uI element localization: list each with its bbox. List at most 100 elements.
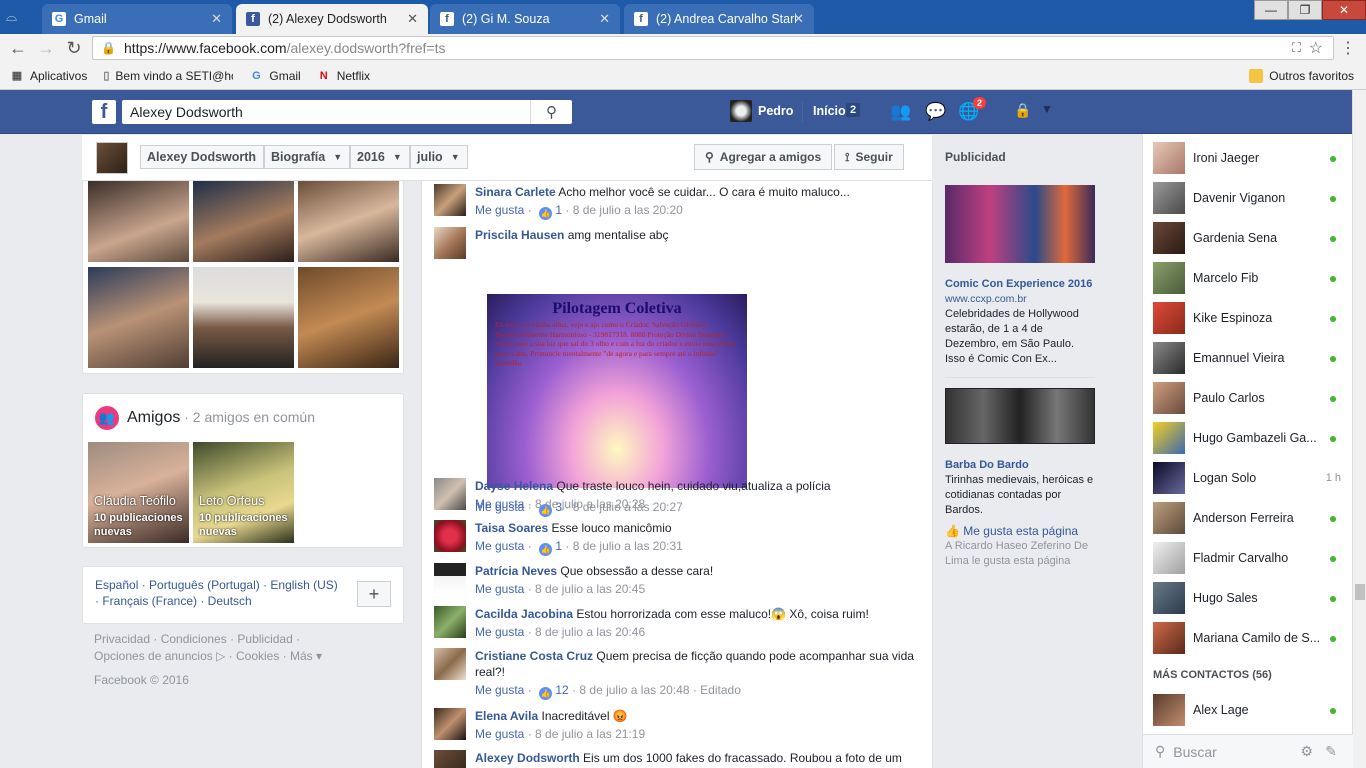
menu-icon[interactable]: ⋮ xyxy=(1340,38,1356,58)
more-languages-button[interactable]: + xyxy=(357,581,391,607)
chat-contact[interactable]: Alex Lage xyxy=(1143,690,1353,730)
chat-contact[interactable]: Emannuel Vieira xyxy=(1143,338,1353,378)
close-tab-icon[interactable]: ✕ xyxy=(599,11,610,27)
ad-url[interactable]: www.ccxp.com.br xyxy=(945,292,1095,307)
language-links[interactable]: Español · Português (Portugal) · English… xyxy=(95,577,391,593)
photo-thumbnail[interactable] xyxy=(298,267,399,368)
language-links[interactable]: · Français (France) · Deutsch xyxy=(95,593,391,609)
tab-alexey[interactable]: f (2) Alexey Dodsworth ✕ xyxy=(236,4,428,34)
like-count[interactable]: 1 xyxy=(555,539,562,553)
comment-author[interactable]: Dayse Helena xyxy=(475,479,553,493)
friends-title[interactable]: Amigos · 2 amigos en común xyxy=(127,409,315,427)
comment-author[interactable]: Cristiane Costa Cruz xyxy=(475,649,593,663)
comment-time[interactable]: 8 de julio a las 20:20 xyxy=(573,203,683,217)
comment-author[interactable]: Cacilda Jacobina xyxy=(475,607,573,621)
friend-tile[interactable]: Cláudia Teófilo 10 publicaciones nuevas xyxy=(88,442,189,543)
chat-contact[interactable]: Davenir Viganon xyxy=(1143,178,1353,218)
comment-time[interactable]: 8 de julio a las 20:48 xyxy=(579,683,689,697)
avatar[interactable] xyxy=(434,648,466,680)
address-bar[interactable]: 🔒 https://www.facebook.com/alexey.dodswo… xyxy=(92,36,1334,60)
reload-button[interactable]: ↻ xyxy=(60,38,88,59)
comment-author[interactable]: Elena Avila xyxy=(475,709,538,723)
star-icon[interactable]: ☆ xyxy=(1309,38,1323,58)
bookmark-netflix[interactable]: N Netflix xyxy=(317,69,370,83)
comment-time[interactable]: 8 de julio a las 21:19 xyxy=(535,727,645,741)
like-count[interactable]: 1 xyxy=(555,203,562,217)
search-input[interactable]: Alexey Dodsworth xyxy=(122,100,572,124)
like-link[interactable]: Me gusta xyxy=(475,203,524,217)
minimize-button[interactable]: — xyxy=(1254,0,1288,20)
chat-contact[interactable]: Anderson Ferreira xyxy=(1143,498,1353,538)
chat-contact[interactable]: Kike Espinoza xyxy=(1143,298,1353,338)
profile-link[interactable]: Pedro xyxy=(758,104,793,118)
close-window-button[interactable]: ✕ xyxy=(1322,0,1366,20)
comment-author[interactable]: Priscila Hausen xyxy=(475,228,564,242)
scrollbar-thumb[interactable] xyxy=(1355,584,1365,600)
comment-author[interactable]: Taisa Soares xyxy=(475,521,548,535)
footer-links[interactable]: Privacidad · Condiciones · Publicidad · xyxy=(94,631,394,648)
like-link[interactable]: Me gusta xyxy=(475,727,524,741)
comment-author[interactable]: Sinara Carlete xyxy=(475,185,556,199)
chat-contact[interactable]: Paulo Carlos xyxy=(1143,378,1353,418)
chat-contact[interactable]: Hugo Sales xyxy=(1143,578,1353,618)
like-page-link[interactable]: 👍 Me gusta esta página xyxy=(945,524,1095,539)
avatar[interactable] xyxy=(434,520,466,552)
like-link[interactable]: Me gusta xyxy=(475,497,524,511)
messages-icon[interactable]: 💬 xyxy=(925,102,947,122)
close-tab-icon[interactable]: ✕ xyxy=(793,11,804,27)
bookmark-apps[interactable]: ▦ Aplicativos xyxy=(10,69,88,83)
comment-author[interactable]: Alexey Dodsworth xyxy=(475,751,580,765)
chat-contact[interactable]: Fladmir Carvalho xyxy=(1143,538,1353,578)
footer-links[interactable]: Opciones de anuncios ▷ · Cookies · Más ▾ xyxy=(94,648,394,665)
chat-contact[interactable]: Ironi Jaeger xyxy=(1143,138,1353,178)
home-link[interactable]: Início xyxy=(813,104,846,118)
like-link[interactable]: Me gusta xyxy=(475,683,524,697)
close-tab-icon[interactable]: ✕ xyxy=(211,11,222,27)
search-icon[interactable]: ⚲ xyxy=(530,100,572,124)
close-tab-icon[interactable]: ✕ xyxy=(407,11,418,27)
chat-contact[interactable]: Gardenia Sena xyxy=(1143,218,1353,258)
comment-image-pilotagem[interactable]: Pilotagem Coletiva Eu entro na minha alm… xyxy=(487,294,747,488)
photo-thumbnail[interactable] xyxy=(193,181,294,262)
avatar[interactable] xyxy=(434,606,466,638)
ad-title[interactable]: Barba Do Bardo xyxy=(945,458,1095,473)
avatar[interactable] xyxy=(434,478,466,510)
chat-contact[interactable]: Mariana Camilo de S... xyxy=(1143,618,1353,658)
page-scrollbar[interactable] xyxy=(1352,90,1366,768)
avatar[interactable] xyxy=(434,750,466,768)
chat-contact[interactable]: Marcelo Fib xyxy=(1143,258,1353,298)
avatar[interactable] xyxy=(434,563,466,595)
translate-icon[interactable]: ⛶ xyxy=(1292,40,1301,56)
avatar[interactable] xyxy=(434,184,466,216)
comment-author[interactable]: Patrícia Neves xyxy=(475,564,557,578)
comment-time[interactable]: 8 de julio a las 20:45 xyxy=(535,582,645,596)
like-link[interactable]: Me gusta xyxy=(475,625,524,639)
photo-thumbnail[interactable] xyxy=(88,181,189,262)
month-select[interactable]: julio ▼ xyxy=(410,145,468,169)
profile-thumbnail[interactable] xyxy=(96,142,128,174)
photo-thumbnail[interactable] xyxy=(298,181,399,262)
photo-thumbnail[interactable] xyxy=(193,267,294,368)
bookmark-seti[interactable]: ▯ Bem vindo a SETI@hc xyxy=(103,69,233,83)
avatar[interactable] xyxy=(434,227,466,259)
compose-icon[interactable]: ✎ xyxy=(1325,743,1337,760)
follow-button[interactable]: ⟟ Seguir xyxy=(834,144,904,170)
ad-title[interactable]: Comic Con Experience 2016 xyxy=(945,277,1095,292)
profile-avatar[interactable] xyxy=(730,100,752,122)
maximize-button[interactable]: ❐ xyxy=(1288,0,1322,20)
back-button[interactable]: ← xyxy=(4,38,32,59)
privacy-shortcuts-icon[interactable]: 🔒 xyxy=(1012,102,1034,122)
timeline-select[interactable]: Biografía ▼ xyxy=(264,145,350,169)
friend-requests-icon[interactable]: 👥 xyxy=(890,102,912,122)
forward-button[interactable]: → xyxy=(32,38,60,59)
chat-contact[interactable]: Logan Solo 1 h xyxy=(1143,458,1353,498)
comment-time[interactable]: 8 de julio a las 20:46 xyxy=(535,625,645,639)
like-count[interactable]: 12 xyxy=(555,683,568,697)
profile-name-tab[interactable]: Alexey Dodsworth xyxy=(140,145,264,169)
like-link[interactable]: Me gusta xyxy=(475,582,524,596)
chat-contact[interactable]: Hugo Gambazeli Ga... xyxy=(1143,418,1353,458)
ad-image-comiccon[interactable] xyxy=(945,185,1095,263)
tab-gi-souza[interactable]: f (2) Gi M. Souza ✕ xyxy=(430,4,620,34)
tab-gmail[interactable]: G Gmail ✕ xyxy=(42,4,232,34)
account-menu-icon[interactable]: ▼ xyxy=(1036,102,1058,122)
